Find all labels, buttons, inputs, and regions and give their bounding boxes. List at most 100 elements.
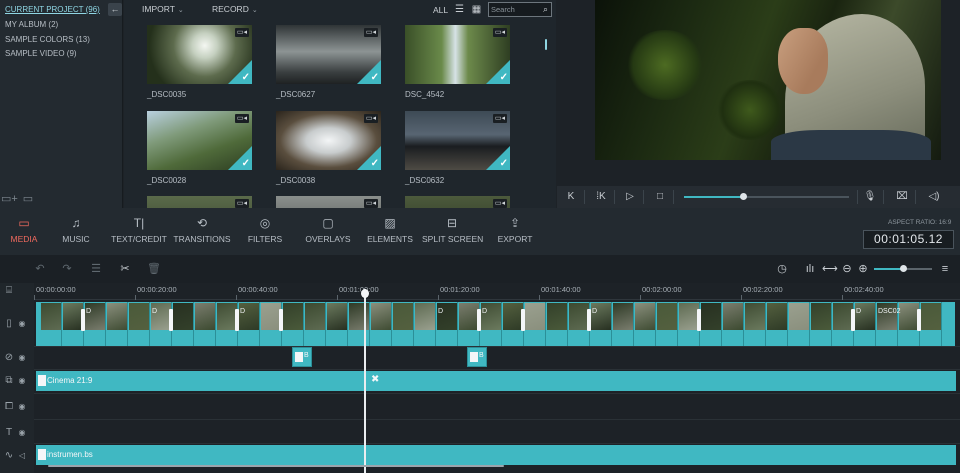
media-thumbnail[interactable]: ▭◂ ✓ (276, 25, 381, 84)
media-thumbnail[interactable]: ▭◂ ✓ (405, 25, 510, 84)
video-clip-frame (744, 302, 766, 346)
clip-trim-handle[interactable] (279, 302, 285, 346)
cut-icon[interactable]: ✂ (118, 262, 132, 276)
media-scrollbar[interactable] (545, 39, 547, 50)
speaker-icon[interactable]: ◁ (17, 450, 27, 462)
timeline-settings-icon[interactable]: ⌸ (3, 285, 15, 297)
delete-folder-icon[interactable]: ▭ (21, 192, 35, 206)
zoom-slider-knob[interactable] (900, 265, 907, 272)
filter-all-dropdown[interactable]: ALL (433, 5, 448, 15)
search-input[interactable] (491, 4, 539, 15)
media-thumbnail[interactable]: ▭◂ ✓ (147, 25, 252, 84)
effect-clip[interactable]: B (467, 347, 487, 367)
timeline-scrollbar[interactable] (48, 465, 504, 467)
playback-progress[interactable] (684, 193, 849, 200)
album-sample-video[interactable]: SAMPLE VIDEO (9) (5, 49, 77, 58)
video-clip-frame (106, 302, 128, 346)
playback-scrubber[interactable] (740, 193, 747, 200)
collapse-library-button[interactable]: ← (108, 3, 122, 16)
album-sample-colors[interactable]: SAMPLE COLORS (13) (5, 35, 90, 44)
tab-split-screen[interactable]: ⊟ SPLIT SCREEN (422, 208, 483, 255)
playback-controls: K ⁞K ▷ □ 🎙 ⌧ ◁) (557, 186, 960, 208)
playhead[interactable] (361, 289, 369, 473)
video-clip[interactable]: D (84, 302, 106, 346)
volume-icon[interactable]: ◁) (927, 190, 941, 204)
fit-icon[interactable]: ⟷ (822, 262, 838, 276)
zoom-in-icon[interactable]: ⊕ (856, 262, 870, 276)
album-my-album[interactable]: MY ALBUM (2) (5, 20, 58, 29)
eye-icon[interactable]: ◉ (17, 352, 27, 364)
list-view-icon[interactable]: ☰ (454, 4, 465, 15)
media-thumbnail[interactable]: ▭◂ (405, 196, 510, 208)
grid-view-icon[interactable]: ▦ (471, 4, 482, 15)
tab-text-credit[interactable]: T| TEXT/CREDIT (108, 208, 170, 255)
search-field[interactable]: ⌕ (488, 2, 552, 17)
audio-mixer-icon[interactable]: ılı (803, 262, 817, 276)
album-current-project[interactable]: CURRENT PROJECT (96) (5, 5, 100, 14)
tab-transitions[interactable]: ⟲ TRANSITIONS (170, 208, 234, 255)
overlay-clip[interactable]: Cinema 21:9 ✖ (36, 371, 956, 391)
ruler-tick-label: 00:02:00:00 (642, 285, 682, 294)
video-clip[interactable]: D (480, 302, 502, 346)
tab-export[interactable]: ⇪ EXPORT (494, 208, 536, 255)
eye-icon[interactable]: ◉ (17, 401, 27, 413)
clip-trim-handle[interactable] (587, 302, 593, 346)
skip-back-icon[interactable]: K (564, 190, 578, 204)
timeline: ⌸ ▯ ◉ ⊘ ◉ ⧉ ◉ ⧠ ◉ T ◉ ∿ ◁ 00:00:00:00 00… (0, 283, 960, 473)
split-icon[interactable]: ✖ (371, 374, 379, 385)
video-clip[interactable]: DSC02 (876, 302, 920, 346)
chevron-down-icon: ⌄ (251, 7, 258, 14)
video-clip-frame (700, 302, 722, 346)
clip-trim-handle[interactable] (477, 302, 483, 346)
ruler-tick-label: 00:02:20:00 (743, 285, 783, 294)
step-back-icon[interactable]: ⁞K (594, 190, 608, 204)
snapshot-icon[interactable]: ⌧ (895, 190, 909, 204)
media-thumbnail[interactable]: ▭◂ ✓ (147, 111, 252, 170)
timeline-ruler[interactable]: 00:00:00:00 00:00:20:00 00:00:40:00 00:01:0… (34, 283, 960, 300)
zoom-slider[interactable] (874, 265, 932, 272)
effect-clip[interactable]: B (292, 347, 312, 367)
video-clip[interactable]: D (590, 302, 612, 346)
clip-trim-handle[interactable] (697, 302, 703, 346)
stop-icon[interactable]: □ (653, 190, 667, 204)
eye-icon[interactable]: ◉ (17, 318, 27, 330)
play-icon[interactable]: ▷ (623, 190, 637, 204)
clip-trim-handle[interactable] (169, 302, 175, 346)
tab-overlays[interactable]: ▢ OVERLAYS (302, 208, 354, 255)
clip-trim-handle[interactable] (81, 302, 87, 346)
eye-icon[interactable]: ◉ (17, 427, 27, 439)
tab-elements[interactable]: ▨ ELEMENTS (364, 208, 416, 255)
clip-trim-handle[interactable] (851, 302, 857, 346)
add-folder-icon[interactable]: ▭+ (1, 192, 18, 206)
video-clip[interactable]: D (854, 302, 876, 346)
video-clip-label: DSC02 (878, 308, 901, 315)
audio-clip[interactable]: instrumen.bs (36, 445, 956, 465)
undo-icon[interactable]: ↶ (33, 262, 47, 276)
search-icon[interactable]: ⌕ (543, 4, 548, 15)
media-thumbnail[interactable]: ▭◂ ✓ (405, 111, 510, 170)
zoom-out-icon[interactable]: ⊖ (840, 262, 854, 276)
media-thumbnail[interactable]: ▭◂ (147, 196, 252, 208)
eye-icon[interactable]: ◉ (17, 375, 27, 387)
video-clip[interactable]: D (436, 302, 458, 346)
tab-filters[interactable]: ◎ FILTERS (242, 208, 288, 255)
media-thumbnail[interactable]: ▭◂ ✓ (276, 111, 381, 170)
video-clip[interactable]: D (238, 302, 260, 346)
tab-music[interactable]: ♫ MUSIC (54, 208, 98, 255)
ruler-tick-mark (236, 295, 237, 300)
import-dropdown[interactable]: IMPORT ⌄ (142, 4, 184, 14)
record-dropdown[interactable]: RECORD ⌄ (212, 4, 258, 14)
video-track[interactable]: D D D D D D D DSC02 (36, 302, 955, 346)
media-thumbnail[interactable]: ▭◂ (276, 196, 381, 208)
tab-media[interactable]: ▭ MEDIA (2, 208, 46, 255)
clip-trim-handle[interactable] (235, 302, 241, 346)
menu-icon[interactable]: ≡ (938, 262, 952, 276)
delete-icon[interactable]: 🗑 (147, 262, 161, 276)
clip-trim-handle[interactable] (917, 302, 923, 346)
clip-trim-handle[interactable] (521, 302, 527, 346)
adjust-icon[interactable]: ☰ (89, 262, 103, 276)
speed-icon[interactable]: ◷ (775, 262, 789, 276)
microphone-icon[interactable]: 🎙 (863, 190, 877, 204)
playhead-handle[interactable] (361, 289, 369, 298)
redo-icon[interactable]: ↷ (60, 262, 74, 276)
